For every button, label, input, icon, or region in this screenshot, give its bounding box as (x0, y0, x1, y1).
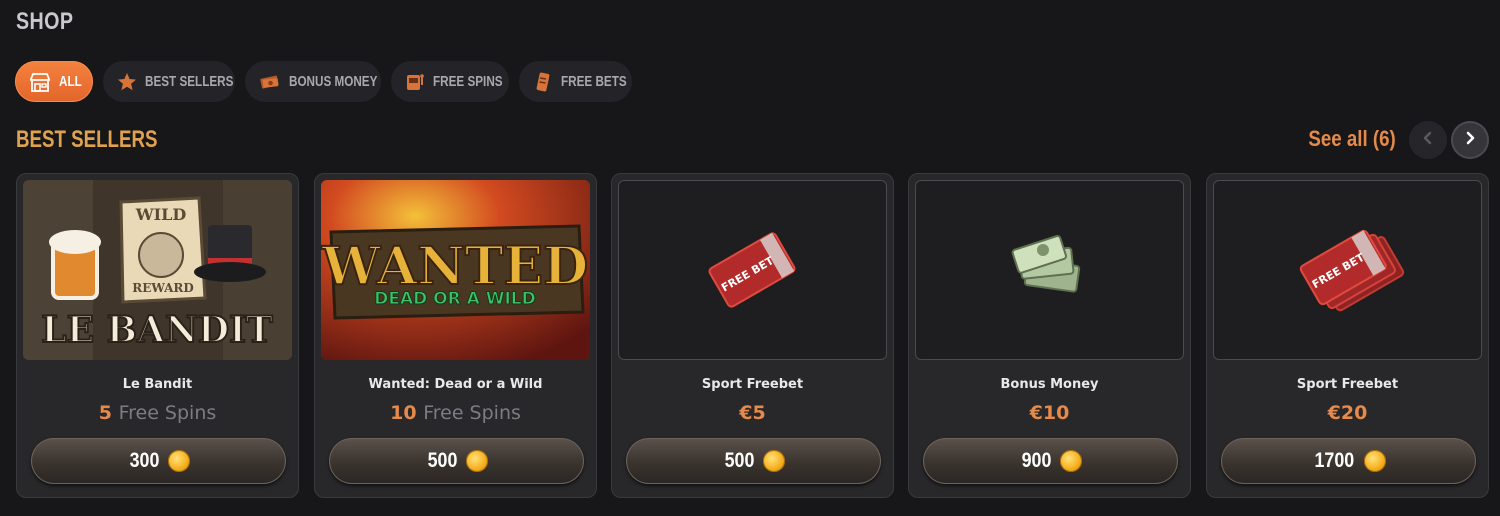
cash-stack-icon (915, 180, 1184, 360)
product-card[interactable]: WILD REWARD LE BANDIT Le Bandit 5 Free S… (16, 173, 299, 498)
product-reward: €20 (1207, 402, 1488, 424)
reward-unit: Free Spins (423, 402, 521, 424)
buy-button[interactable]: 500 (626, 438, 881, 484)
coin-icon (1060, 450, 1083, 472)
star-icon (117, 71, 137, 93)
reward-amount: 5 (98, 402, 112, 424)
slot-machine-icon (405, 71, 425, 93)
section-title: BEST SELLERS (16, 126, 158, 153)
product-name: Sport Freebet (1296, 377, 1399, 392)
art-text-wild: WILD (135, 205, 187, 224)
le-bandit-game-art: WILD REWARD LE BANDIT (23, 180, 292, 360)
filter-label: FREE SPINS (433, 73, 503, 90)
art-text-subtitle: DEAD OR A WILD (374, 289, 535, 309)
chevron-left-icon (1420, 130, 1436, 150)
free-bet-ticket-icon: FREE BET (618, 180, 887, 360)
wanted-dead-or-a-wild-game-art: WANTED DEAD OR A WILD (321, 180, 590, 360)
buy-button[interactable]: 900 (923, 438, 1178, 484)
filter-label: ALL (59, 73, 82, 90)
filter-best-sellers[interactable]: BEST SELLERS (103, 61, 235, 102)
coin-icon (1363, 450, 1386, 472)
ticket-icon (533, 71, 553, 93)
price-label: 300 (129, 449, 160, 472)
reward-amount: €20 (1327, 402, 1368, 424)
product-reward: €10 (909, 402, 1190, 424)
next-button[interactable] (1451, 121, 1489, 159)
product-card[interactable]: Bonus Money €10 900 (908, 173, 1191, 498)
product-card[interactable]: FREE BET Sport Freebet €20 1700 (1206, 173, 1489, 498)
reward-amount: 10 (390, 402, 417, 424)
product-name: Le Bandit (122, 377, 193, 392)
product-reward: 5 Free Spins (17, 402, 298, 424)
filter-bar: ALL BEST SELLERS BONUS MONEY FREE SPINS … (15, 61, 632, 102)
page-title: SHOP (16, 8, 74, 35)
coin-icon (466, 450, 489, 472)
product-reward: 10 Free Spins (315, 402, 596, 424)
money-icon (259, 71, 281, 93)
filter-bonus-money[interactable]: BONUS MONEY (245, 61, 381, 102)
buy-button[interactable]: 300 (31, 438, 286, 484)
art-text-wanted: WANTED (321, 236, 588, 297)
reward-amount: €10 (1029, 402, 1070, 424)
filter-label: BEST SELLERS (145, 73, 234, 90)
previous-button[interactable] (1409, 121, 1447, 159)
chevron-right-icon (1462, 130, 1478, 150)
product-name: Wanted: Dead or a Wild (368, 377, 543, 392)
filter-label: BONUS MONEY (289, 73, 378, 90)
art-text-reward: REWARD (132, 281, 194, 295)
product-card[interactable]: FREE BET Sport Freebet €5 500 (611, 173, 894, 498)
shop-icon (29, 71, 51, 93)
filter-all[interactable]: ALL (15, 61, 93, 102)
coin-icon (763, 450, 786, 472)
see-all-link[interactable]: See all (6) (1309, 126, 1396, 152)
price-label: 500 (427, 449, 458, 472)
price-label: 900 (1021, 449, 1052, 472)
filter-free-bets[interactable]: FREE BETS (519, 61, 632, 102)
filter-label: FREE BETS (561, 73, 627, 90)
reward-amount: €5 (739, 402, 766, 424)
filter-free-spins[interactable]: FREE SPINS (391, 61, 509, 102)
price-label: 500 (724, 449, 755, 472)
product-reward: €5 (612, 402, 893, 424)
art-text-title: LE BANDIT (41, 309, 273, 351)
product-card[interactable]: WANTED DEAD OR A WILD Wanted: Dead or a … (314, 173, 597, 498)
buy-button[interactable]: 500 (329, 438, 584, 484)
coin-icon (168, 450, 191, 472)
free-bet-tickets-stack-icon: FREE BET (1213, 180, 1482, 360)
price-label: 1700 (1314, 449, 1355, 472)
product-name: Bonus Money (1000, 377, 1099, 392)
buy-button[interactable]: 1700 (1221, 438, 1476, 484)
reward-unit: Free Spins (118, 402, 217, 424)
product-name: Sport Freebet (701, 377, 804, 392)
